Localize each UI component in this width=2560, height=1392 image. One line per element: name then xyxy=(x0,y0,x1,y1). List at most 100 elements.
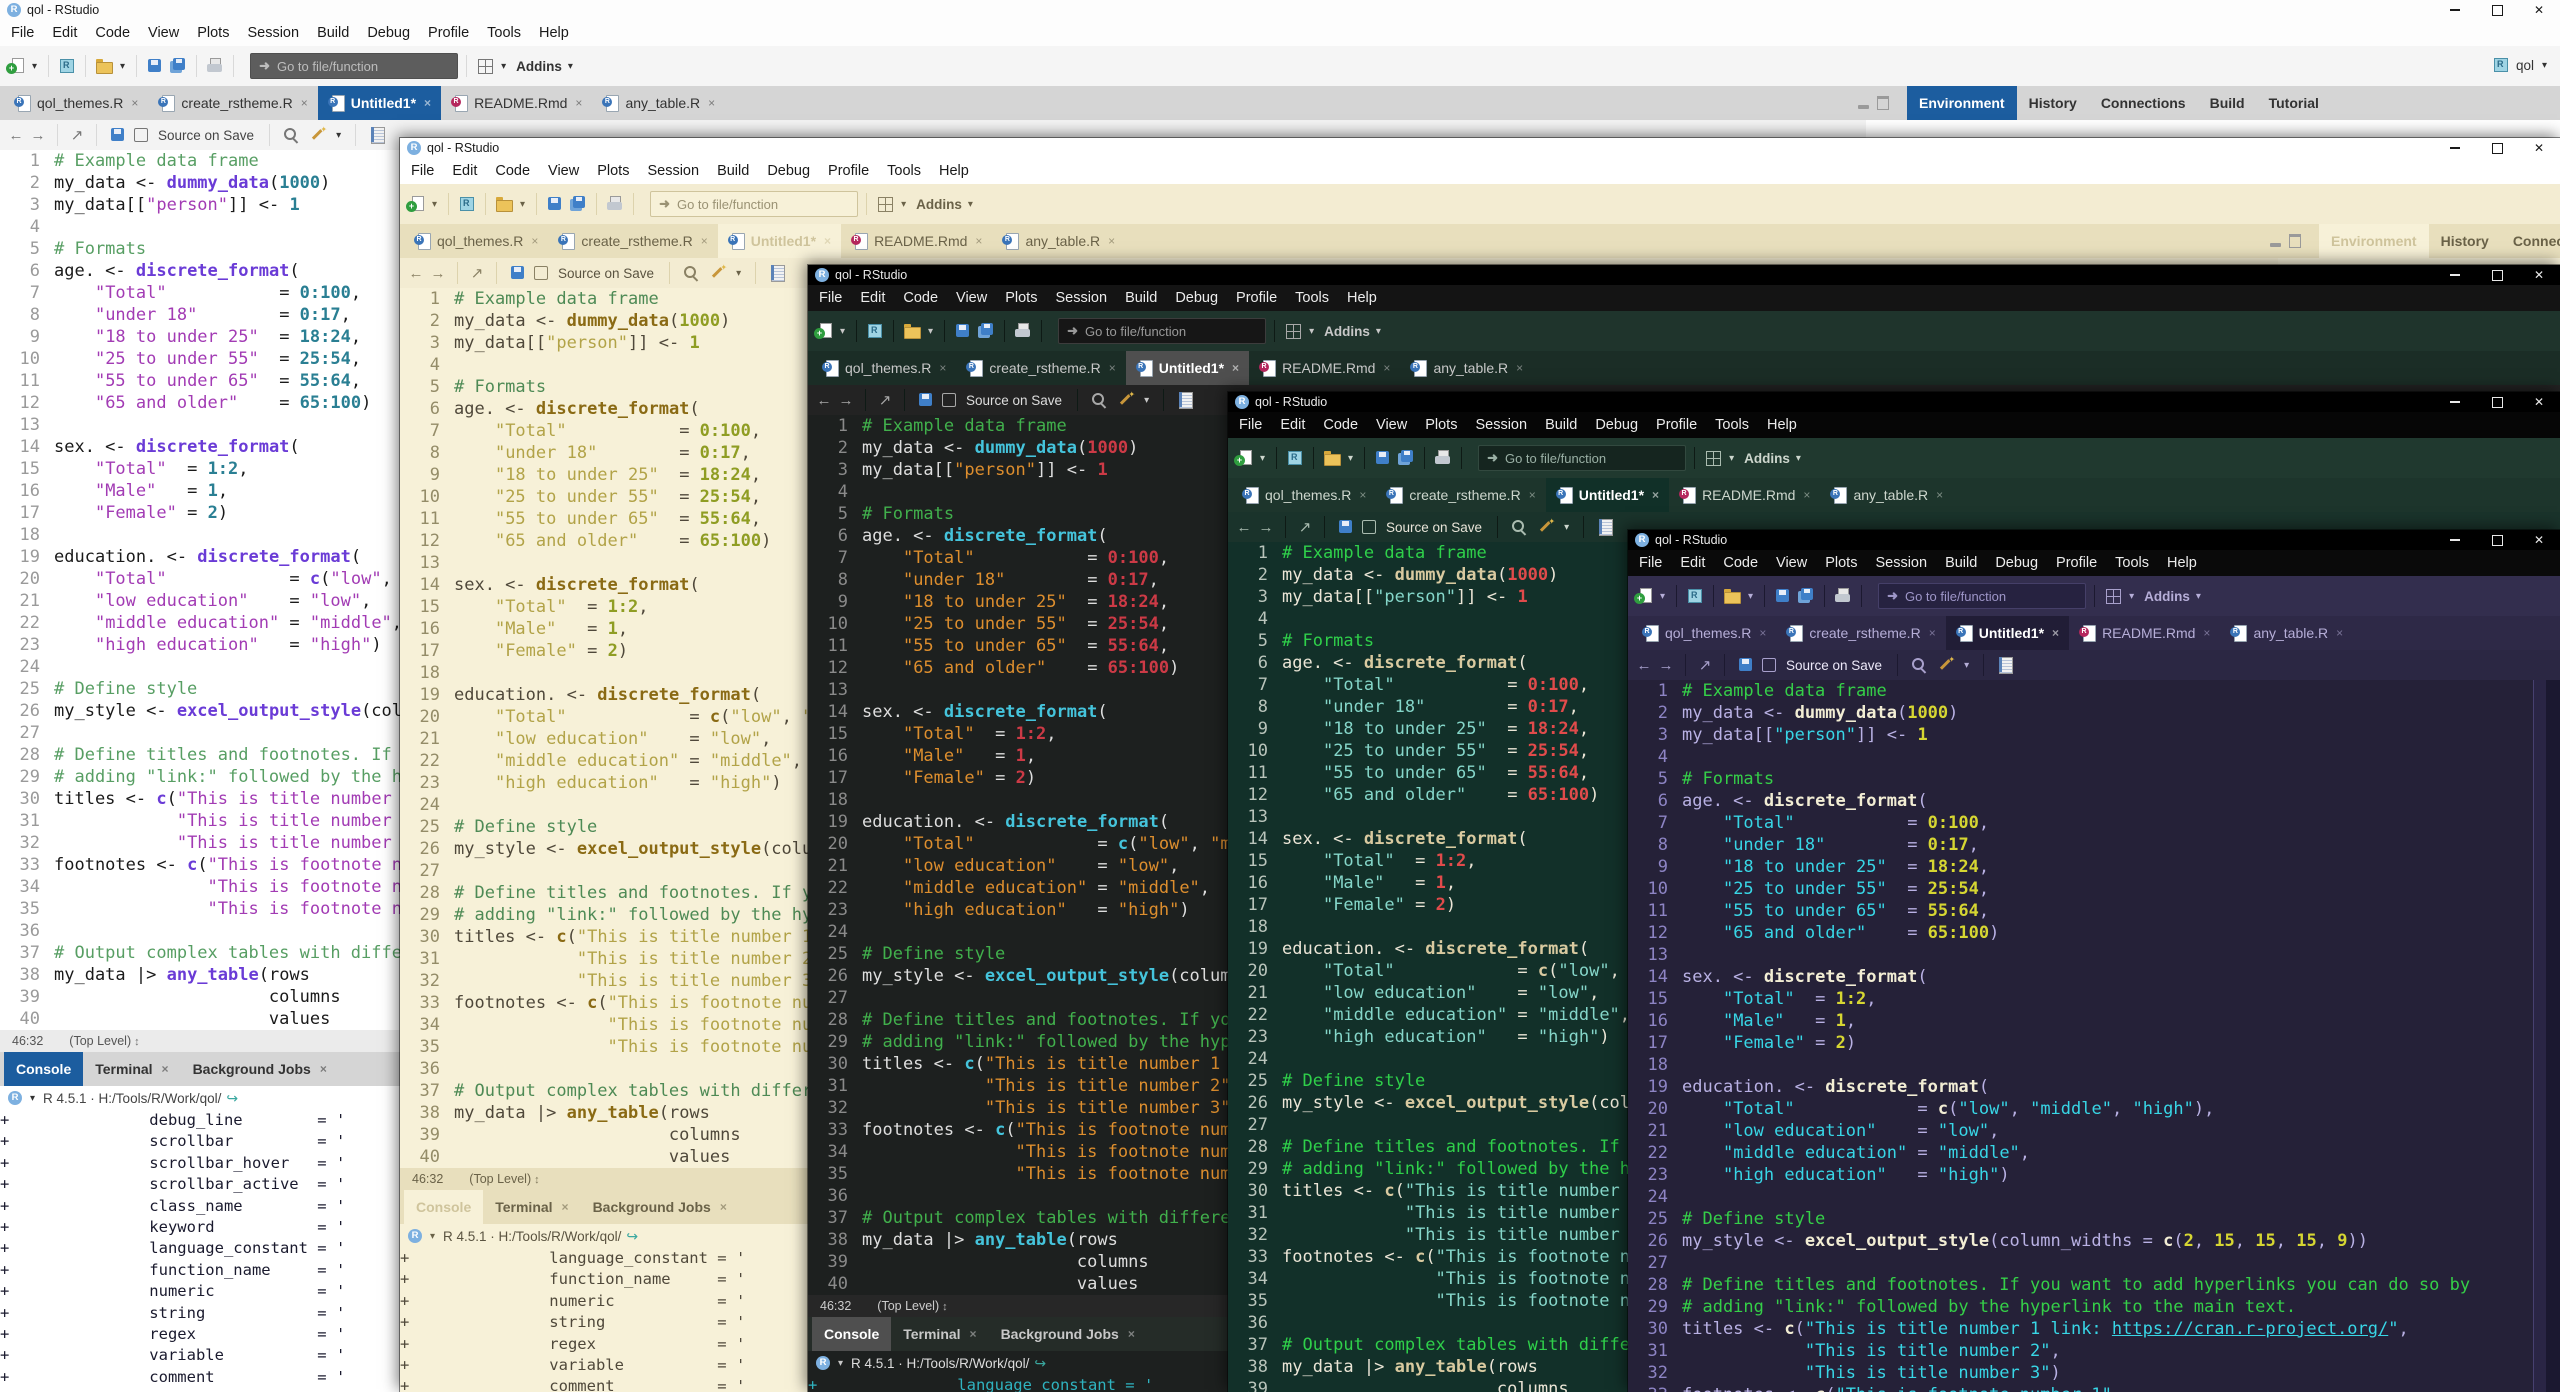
compile-report-icon[interactable] xyxy=(1995,654,2015,676)
tab-close-icon[interactable]: × xyxy=(939,361,946,375)
new-file-dropdown-icon[interactable]: ▾ xyxy=(837,326,848,337)
code-line-32[interactable]: 32 "This is title number 3") xyxy=(1628,1362,2560,1384)
code-line-5[interactable]: 5# Formats xyxy=(1628,768,2560,790)
console-tab-console[interactable]: Console xyxy=(812,1317,891,1351)
tab-qol-themes-r[interactable]: qol_themes.R× xyxy=(1232,478,1376,512)
pane-minimize-icon[interactable] xyxy=(1858,105,1869,109)
tab-create-rstheme-r[interactable]: create_rstheme.R× xyxy=(548,224,717,258)
minimize-button[interactable] xyxy=(2434,392,2476,412)
tab-qol-themes-r[interactable]: qol_themes.R× xyxy=(4,86,148,120)
console-tab-terminal[interactable]: Terminal× xyxy=(483,1190,580,1224)
new-file-button[interactable] xyxy=(6,55,26,77)
env-tab-environment[interactable]: Environment xyxy=(1907,86,2017,120)
pane-layout-dropdown-icon[interactable]: ▾ xyxy=(498,61,509,72)
pane-layout-button[interactable] xyxy=(1703,447,1723,469)
menu-session[interactable]: Session xyxy=(1866,550,1936,576)
code-tools-icon[interactable] xyxy=(707,262,727,284)
pane-layout-dropdown-icon[interactable]: ▾ xyxy=(2126,591,2137,602)
code-line-29[interactable]: 29# adding "link:" followed by the hyper… xyxy=(1628,1296,2560,1318)
menu-edit[interactable]: Edit xyxy=(1671,550,1714,576)
source-on-save-checkbox[interactable] xyxy=(942,393,956,407)
menu-build[interactable]: Build xyxy=(708,158,758,184)
menu-session[interactable]: Session xyxy=(238,20,308,46)
code-tools-dropdown-icon[interactable]: ▾ xyxy=(733,268,744,279)
find-replace-icon[interactable] xyxy=(1509,516,1529,538)
code-line-14[interactable]: 14sex. <- discrete_format( xyxy=(1628,966,2560,988)
tab-close-icon[interactable]: × xyxy=(1128,1327,1135,1341)
tab-untitled1-[interactable]: Untitled1*× xyxy=(718,224,841,258)
save-button[interactable] xyxy=(1736,654,1756,676)
new-file-dropdown-icon[interactable]: ▾ xyxy=(29,61,40,72)
code-line-16[interactable]: 16 "Male" = 1, xyxy=(1628,1010,2560,1032)
goto-file-function-box[interactable]: ➜Go to file/function xyxy=(1058,318,1266,344)
tab-close-icon[interactable]: × xyxy=(162,1062,169,1076)
code-line-2[interactable]: 2my_data <- dummy_data(1000) xyxy=(1628,702,2560,724)
tab-qol-themes-r[interactable]: qol_themes.R× xyxy=(812,351,956,385)
tab-close-icon[interactable]: × xyxy=(562,1200,569,1214)
menu-file[interactable]: File xyxy=(810,285,851,311)
code-line-23[interactable]: 23 "high education" = "high") xyxy=(1628,1164,2560,1186)
menu-code[interactable]: Code xyxy=(1314,412,1367,438)
compile-report-icon[interactable] xyxy=(1595,516,1615,538)
goto-file-function-box[interactable]: ➜Go to file/function xyxy=(650,191,858,217)
tab-close-icon[interactable]: × xyxy=(1936,488,1943,502)
console-tab-terminal[interactable]: Terminal× xyxy=(83,1052,180,1086)
tab-readme-rmd[interactable]: README.Rmd× xyxy=(441,86,592,120)
menu-profile[interactable]: Profile xyxy=(419,20,478,46)
print-button[interactable] xyxy=(205,55,225,77)
save-all-button[interactable] xyxy=(168,55,188,77)
code-line-4[interactable]: 4 xyxy=(1628,746,2560,768)
code-line-12[interactable]: 12 "65 and older" = 65:100) xyxy=(1628,922,2560,944)
tab-close-icon[interactable]: × xyxy=(1929,626,1936,640)
new-project-button[interactable] xyxy=(1285,447,1305,469)
menu-file[interactable]: File xyxy=(1230,412,1271,438)
new-project-button[interactable] xyxy=(865,320,885,342)
save-button[interactable] xyxy=(953,320,973,342)
menu-build[interactable]: Build xyxy=(1116,285,1166,311)
addins-dropdown-icon[interactable]: ▾ xyxy=(965,199,976,210)
new-file-dropdown-icon[interactable]: ▾ xyxy=(429,199,440,210)
editor-scrollbar[interactable] xyxy=(2533,680,2546,1392)
tab-qol-themes-r[interactable]: qol_themes.R× xyxy=(404,224,548,258)
menu-view[interactable]: View xyxy=(1367,412,1416,438)
menu-profile[interactable]: Profile xyxy=(819,158,878,184)
pane-layout-button[interactable] xyxy=(875,193,895,215)
new-file-button[interactable] xyxy=(1234,447,1254,469)
tab-close-icon[interactable]: × xyxy=(531,234,538,248)
code-line-33[interactable]: 33footnotes <- c("This is footnote numbe… xyxy=(1628,1384,2560,1392)
console-tab-terminal[interactable]: Terminal× xyxy=(891,1317,988,1351)
open-recent-dropdown-icon[interactable]: ▾ xyxy=(1745,591,1756,602)
code-line-17[interactable]: 17 "Female" = 2) xyxy=(1628,1032,2560,1054)
print-button[interactable] xyxy=(1433,447,1453,469)
code-line-6[interactable]: 6age. <- discrete_format( xyxy=(1628,790,2560,812)
code-tools-dropdown-icon[interactable]: ▾ xyxy=(1561,522,1572,533)
code-line-25[interactable]: 25# Define style xyxy=(1628,1208,2560,1230)
pane-maximize-icon[interactable] xyxy=(2289,234,2301,248)
tab-qol-themes-r[interactable]: qol_themes.R× xyxy=(1632,616,1776,650)
menu-help[interactable]: Help xyxy=(1338,285,1386,311)
menu-edit[interactable]: Edit xyxy=(443,158,486,184)
tab-any-table-r[interactable]: any_table.R× xyxy=(992,224,1125,258)
tab-close-icon[interactable]: × xyxy=(975,234,982,248)
env-tab-environment[interactable]: Environment xyxy=(2319,224,2429,258)
open-file-button[interactable] xyxy=(902,320,922,342)
pane-layout-button[interactable] xyxy=(1283,320,1303,342)
menu-edit[interactable]: Edit xyxy=(43,20,86,46)
addins-dropdown-icon[interactable]: ▾ xyxy=(1373,326,1384,337)
menu-plots[interactable]: Plots xyxy=(188,20,238,46)
close-button[interactable]: ✕ xyxy=(2518,265,2560,285)
tab-close-icon[interactable]: × xyxy=(970,1327,977,1341)
code-line-10[interactable]: 10 "25 to under 55" = 25:54, xyxy=(1628,878,2560,900)
menu-session[interactable]: Session xyxy=(638,158,708,184)
code-line-13[interactable]: 13 xyxy=(1628,944,2560,966)
menu-profile[interactable]: Profile xyxy=(1227,285,1286,311)
back-icon[interactable]: ← xyxy=(816,392,832,409)
code-line-24[interactable]: 24 xyxy=(1628,1186,2560,1208)
open-file-button[interactable] xyxy=(1322,447,1342,469)
addins-dropdown-icon[interactable]: ▾ xyxy=(2193,591,2204,602)
minimize-button[interactable] xyxy=(2434,265,2476,285)
tab-untitled1-[interactable]: Untitled1*× xyxy=(1126,351,1249,385)
save-button[interactable] xyxy=(916,389,936,411)
code-tools-icon[interactable] xyxy=(307,124,327,146)
back-icon[interactable]: ← xyxy=(1636,657,1652,674)
